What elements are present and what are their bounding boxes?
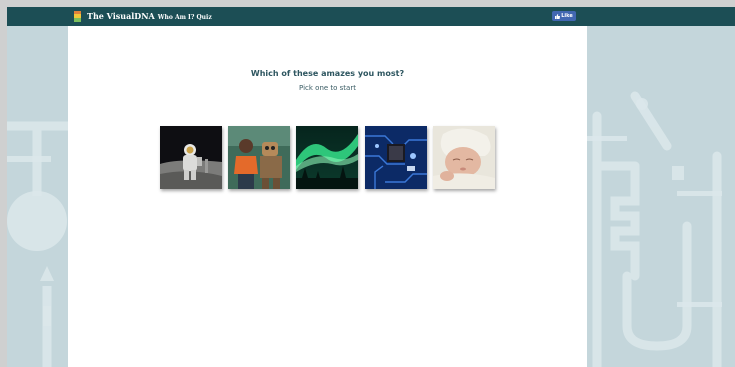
choice-robot-costume[interactable] <box>228 126 290 189</box>
choice-aurora[interactable] <box>296 126 358 189</box>
facebook-like-button[interactable]: Like <box>552 11 576 21</box>
choice-circuit-board[interactable] <box>365 126 427 189</box>
top-bar: The VisualDNA Who Am I? Quiz Like <box>7 7 735 26</box>
robot-costume-people-image <box>228 126 290 189</box>
brand-title[interactable]: The VisualDNA Who Am I? Quiz <box>87 11 212 22</box>
quiz-instruction: Pick one to start <box>299 84 356 92</box>
lab-equipment-decoration-right <box>587 91 722 367</box>
quiz-question: Which of these amazes you most? <box>250 69 405 78</box>
quiz-panel: Which of these amazes you most? Pick one… <box>68 26 587 367</box>
product-name: Who Am I? Quiz <box>157 14 212 21</box>
choice-newborn-baby[interactable] <box>433 126 495 189</box>
like-label: Like <box>561 13 573 19</box>
page-frame: The VisualDNA Who Am I? Quiz Like Which … <box>7 7 735 367</box>
newborn-baby-image <box>433 126 495 189</box>
thumbs-up-icon <box>555 13 561 19</box>
aurora-borealis-image <box>296 126 358 189</box>
beaker-icon <box>74 11 81 22</box>
lab-equipment-decoration-left <box>7 121 68 367</box>
circuit-board-image <box>365 126 427 189</box>
astronaut-moon-image <box>160 126 222 189</box>
choice-astronaut[interactable] <box>160 126 222 189</box>
brand-name: The VisualDNA <box>87 11 155 21</box>
